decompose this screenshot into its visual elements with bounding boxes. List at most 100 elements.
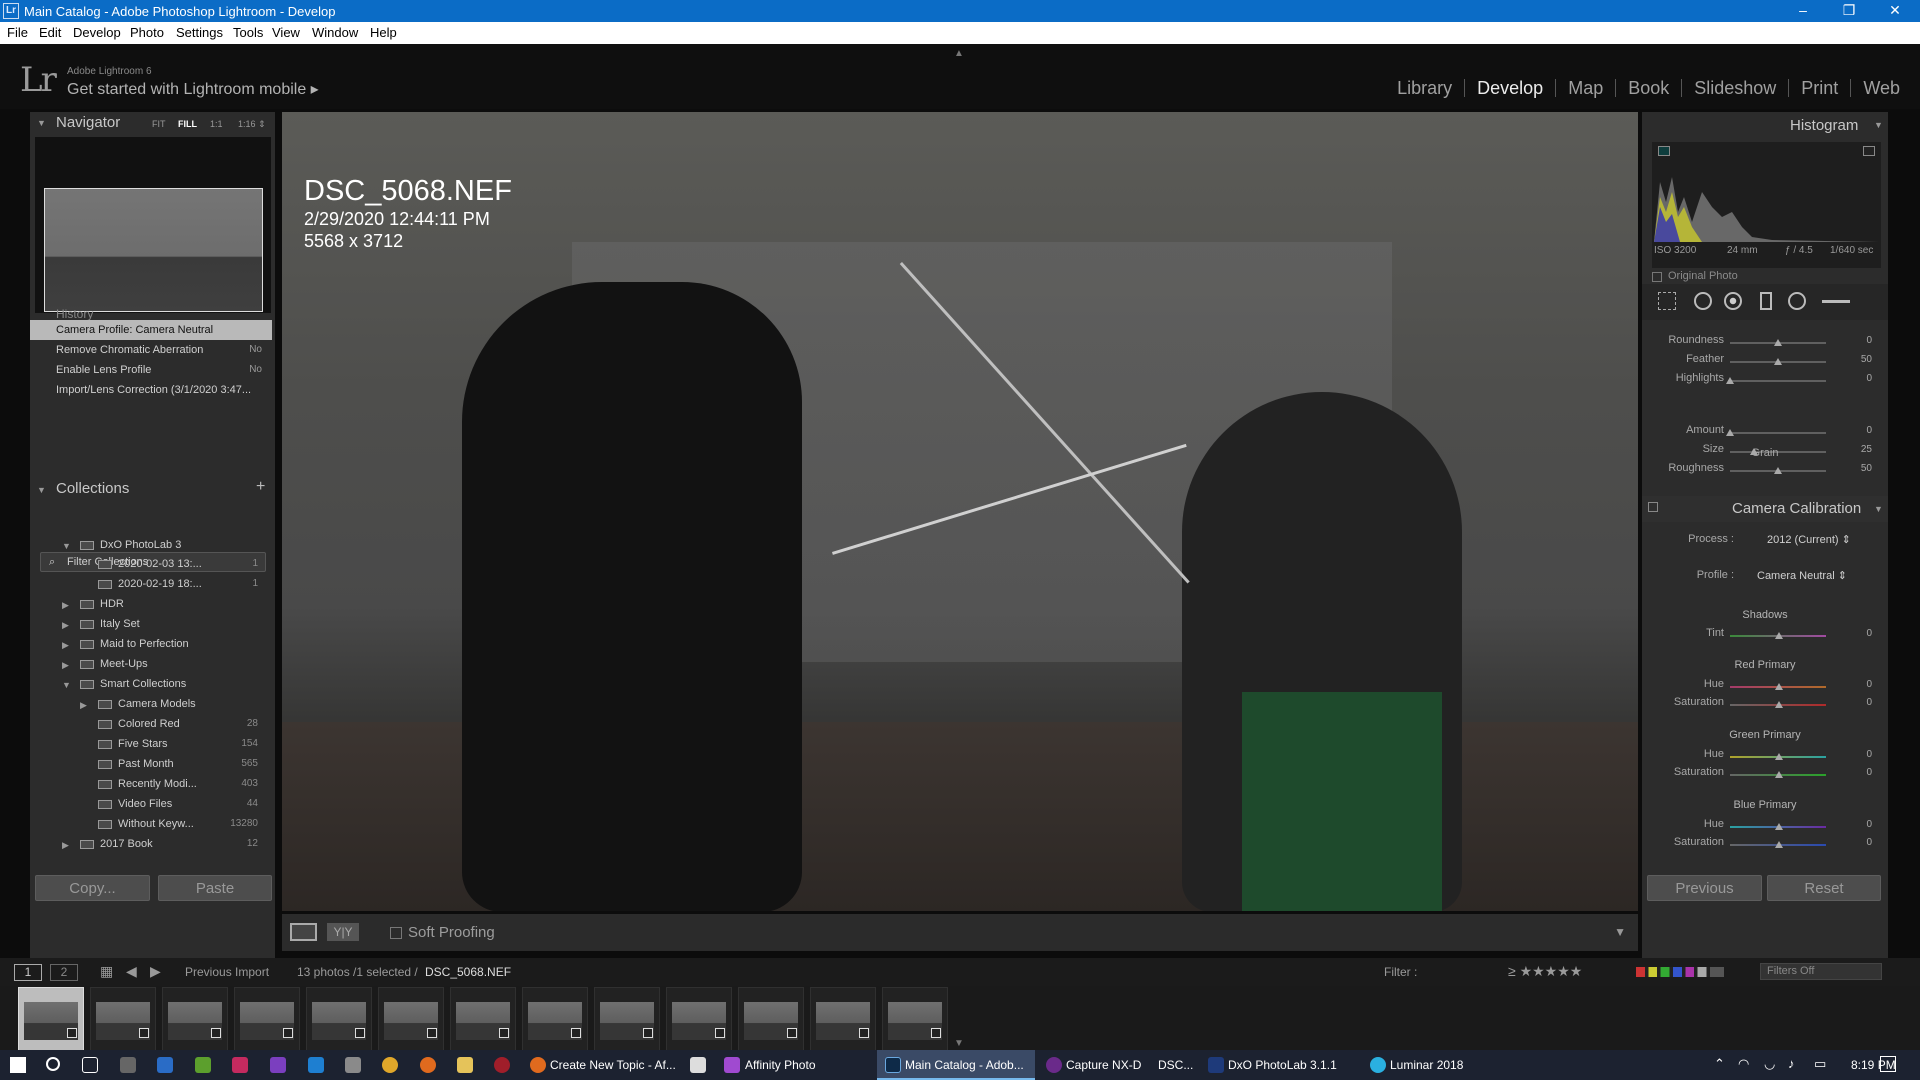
filmstrip-thumbnail[interactable] bbox=[522, 987, 588, 1053]
zoom-fit[interactable]: FIT bbox=[152, 119, 166, 129]
process-select[interactable]: 2012 (Current) ⇕ bbox=[1767, 533, 1851, 546]
original-photo-checkbox[interactable] bbox=[1652, 272, 1662, 282]
smart-collection-item[interactable]: Without Keyw... 13280 bbox=[98, 816, 264, 832]
color-label-filter[interactable] bbox=[1636, 967, 1724, 977]
menu-view[interactable]: View bbox=[272, 25, 300, 40]
histogram-collapse-icon[interactable]: ▼ bbox=[1874, 120, 1883, 130]
filmstrip-thumbnail[interactable] bbox=[738, 987, 804, 1053]
history-item[interactable]: Enable Lens Profile No bbox=[30, 360, 272, 380]
before-after-icon[interactable]: Y|Y bbox=[327, 923, 359, 941]
copy-settings-button[interactable]: Copy... bbox=[35, 875, 150, 901]
taskbar-item[interactable]: Create New Topic - Af... bbox=[550, 1058, 676, 1072]
calibration-collapse-icon[interactable]: ▼ bbox=[1874, 504, 1883, 514]
collection-item[interactable]: 2020-02-19 18:... 1 bbox=[98, 576, 264, 592]
document-icon[interactable] bbox=[690, 1057, 706, 1073]
previous-button[interactable]: Previous bbox=[1647, 875, 1762, 901]
star-rating-filter[interactable]: ≥ ★★★★★ bbox=[1508, 963, 1582, 980]
filmstrip-thumbnail[interactable] bbox=[234, 987, 300, 1053]
toolbar-menu-chevron-icon[interactable]: ▼ bbox=[1614, 925, 1626, 939]
taskbar-item[interactable]: DSC... bbox=[1158, 1058, 1193, 1072]
network-icon[interactable]: ◠ bbox=[1738, 1056, 1749, 1072]
slider-knob[interactable] bbox=[1775, 823, 1783, 830]
collection-set[interactable]: ▶ Meet-Ups bbox=[62, 656, 148, 672]
collection-set[interactable]: ▶ HDR bbox=[62, 596, 124, 612]
history-item[interactable]: Import/Lens Correction (3/1/2020 3:47... bbox=[30, 380, 272, 400]
file-explorer-icon[interactable] bbox=[457, 1057, 473, 1073]
filmstrip-thumbnail[interactable] bbox=[378, 987, 444, 1053]
windows-start-icon[interactable] bbox=[10, 1057, 26, 1073]
radial-filter-icon[interactable] bbox=[1788, 292, 1806, 310]
menu-develop[interactable]: Develop bbox=[73, 25, 121, 40]
notifications-icon[interactable] bbox=[1880, 1056, 1896, 1072]
collection-set[interactable]: ▶ Maid to Perfection bbox=[62, 636, 189, 652]
slider-knob[interactable] bbox=[1774, 467, 1782, 474]
top-panel-toggle-icon[interactable]: ▲ bbox=[954, 48, 964, 59]
navigator-thumbnail[interactable] bbox=[44, 188, 263, 312]
grid-view-icon[interactable]: ▦ bbox=[100, 963, 113, 980]
firefox-icon[interactable] bbox=[420, 1057, 436, 1073]
edge-icon[interactable] bbox=[308, 1057, 324, 1073]
navigator-collapse-icon[interactable]: ▼ bbox=[37, 118, 46, 128]
effect-slider[interactable] bbox=[1730, 380, 1826, 382]
forward-arrow-icon[interactable]: ▶ bbox=[150, 963, 161, 980]
slider-knob[interactable] bbox=[1774, 339, 1782, 346]
effect-slider[interactable] bbox=[1730, 432, 1826, 434]
slider-knob[interactable] bbox=[1726, 377, 1734, 384]
search-icon[interactable] bbox=[46, 1057, 60, 1071]
menu-photo[interactable]: Photo bbox=[130, 25, 164, 40]
smart-collection-item[interactable]: Colored Red 28 bbox=[98, 716, 264, 732]
history-title[interactable]: History bbox=[56, 307, 93, 321]
menu-window[interactable]: Window bbox=[312, 25, 358, 40]
soft-proofing-checkbox[interactable] bbox=[390, 927, 402, 939]
slider-knob[interactable] bbox=[1775, 683, 1783, 690]
back-arrow-icon[interactable]: ◀ bbox=[126, 963, 137, 980]
taskbar-item[interactable]: DxO PhotoLab 3.1.1 bbox=[1228, 1058, 1337, 1072]
shadow-clipping-icon[interactable] bbox=[1658, 146, 1670, 156]
app-icon[interactable] bbox=[157, 1057, 173, 1073]
onenote-icon[interactable] bbox=[270, 1057, 286, 1073]
reset-button[interactable]: Reset bbox=[1767, 875, 1881, 901]
volume-icon[interactable]: ♪ bbox=[1788, 1056, 1795, 1071]
filmstrip-thumbnail[interactable] bbox=[162, 987, 228, 1053]
filmstrip-thumbnail[interactable] bbox=[450, 987, 516, 1053]
history-item[interactable]: Camera Profile: Camera Neutral bbox=[30, 320, 272, 340]
main-window-button[interactable]: 1 bbox=[14, 964, 42, 981]
affinity-photo-icon[interactable] bbox=[724, 1057, 740, 1073]
spot-removal-icon[interactable] bbox=[1694, 292, 1712, 310]
red-eye-icon[interactable] bbox=[1724, 292, 1742, 310]
module-library[interactable]: Library bbox=[1385, 79, 1464, 97]
module-print[interactable]: Print bbox=[1788, 79, 1850, 97]
tray-chevron-icon[interactable]: ⌃ bbox=[1714, 1056, 1725, 1072]
zoom-1-16[interactable]: 1:16 ⇕ bbox=[238, 119, 266, 130]
filmstrip-thumbnail[interactable] bbox=[882, 987, 948, 1053]
taskbar-item[interactable]: Capture NX-D bbox=[1066, 1058, 1141, 1072]
minimize-button[interactable]: – bbox=[1780, 0, 1826, 22]
slider-knob[interactable] bbox=[1726, 429, 1734, 436]
menu-tools[interactable]: Tools bbox=[233, 25, 263, 40]
collections-collapse-icon[interactable]: ▼ bbox=[37, 485, 46, 495]
filmstrip-thumbnail[interactable] bbox=[594, 987, 660, 1053]
filmstrip-thumbnail[interactable] bbox=[666, 987, 732, 1053]
menu-edit[interactable]: Edit bbox=[39, 25, 61, 40]
adjustment-brush-icon[interactable] bbox=[1822, 300, 1850, 303]
taskbar-item[interactable]: Affinity Photo bbox=[745, 1058, 816, 1072]
loupe-view-icon[interactable] bbox=[290, 923, 317, 941]
bottom-panel-toggle-icon[interactable]: ▼ bbox=[954, 1038, 964, 1049]
taskbar-item-active[interactable]: Main Catalog - Adob... bbox=[877, 1050, 1035, 1080]
calibration-toggle-icon[interactable] bbox=[1648, 502, 1658, 512]
zoom-1-1[interactable]: 1:1 bbox=[210, 119, 223, 129]
luminar-icon[interactable] bbox=[1370, 1057, 1386, 1073]
menu-settings[interactable]: Settings bbox=[176, 25, 223, 40]
collection-set[interactable]: ▶ 2017 Book 12 bbox=[62, 836, 264, 852]
filmstrip-thumbnail[interactable] bbox=[18, 987, 84, 1053]
taskbar-item[interactable]: Luminar 2018 bbox=[1390, 1058, 1463, 1072]
module-web[interactable]: Web bbox=[1850, 79, 1912, 97]
filter-preset-select[interactable]: Filters Off bbox=[1760, 963, 1882, 980]
highlight-clipping-icon[interactable] bbox=[1863, 146, 1875, 156]
firefox-icon[interactable] bbox=[530, 1057, 546, 1073]
slider-knob[interactable] bbox=[1775, 701, 1783, 708]
smart-collection-item[interactable]: Past Month 565 bbox=[98, 756, 264, 772]
menu-file[interactable]: File bbox=[7, 25, 28, 40]
module-map[interactable]: Map bbox=[1555, 79, 1615, 97]
close-button[interactable]: ✕ bbox=[1872, 0, 1918, 22]
